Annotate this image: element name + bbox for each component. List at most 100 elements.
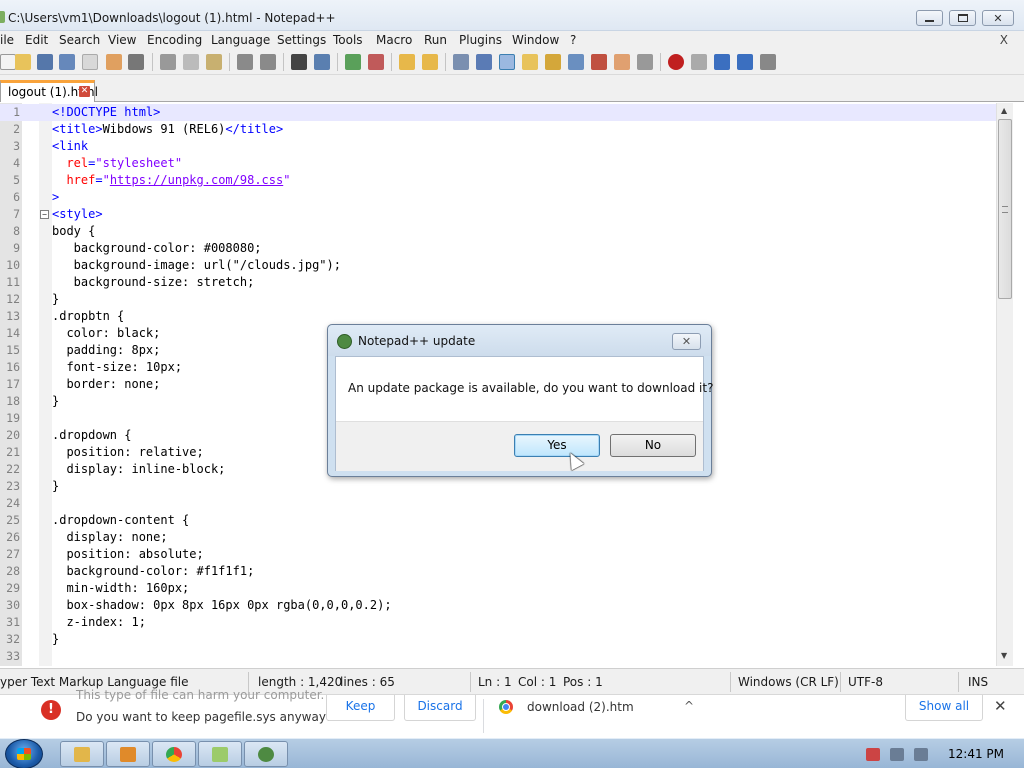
download-shelf-close-icon[interactable]: ✕ <box>994 697 1007 715</box>
code-line[interactable]: 28 background-color: #f1f1f1; <box>0 563 996 580</box>
undo-icon[interactable] <box>237 54 253 70</box>
code-line[interactable]: 29 min-width: 160px; <box>0 580 996 597</box>
volume-icon[interactable] <box>914 748 928 761</box>
tab-logout-html[interactable]: logout (1).html ✕ <box>0 80 98 102</box>
tab-close-icon[interactable]: ✕ <box>79 86 90 97</box>
monitoring-icon[interactable] <box>614 54 630 70</box>
find-icon[interactable] <box>291 54 307 70</box>
show-all-button[interactable]: Show all <box>905 695 983 721</box>
action-center-icon[interactable] <box>866 748 880 761</box>
menu-plugins[interactable]: Plugins <box>459 33 502 47</box>
code-line[interactable]: 26 display: none; <box>0 529 996 546</box>
doc-map-icon[interactable] <box>545 54 561 70</box>
code-line[interactable]: 23} <box>0 478 996 495</box>
cut-icon[interactable] <box>160 54 176 70</box>
user-language-icon[interactable] <box>522 54 538 70</box>
keep-button[interactable]: Keep <box>326 695 395 721</box>
code-token[interactable]: https://unpkg.com/98.css <box>110 173 283 187</box>
code-line[interactable]: 24 <box>0 495 996 512</box>
code-line[interactable]: 12} <box>0 291 996 308</box>
menu-search[interactable]: Search <box>59 33 100 47</box>
menu-edit[interactable]: Edit <box>25 33 48 47</box>
code-line[interactable]: 30 box-shadow: 0px 8px 16px 0px rgba(0,0… <box>0 597 996 614</box>
code-line[interactable]: 1 <!DOCTYPE html> <box>0 104 996 121</box>
yes-button[interactable]: Yes <box>514 434 600 457</box>
save-icon[interactable] <box>37 54 53 70</box>
save-all-icon[interactable] <box>59 54 75 70</box>
code-line[interactable]: 10 background-image: url("/clouds.jpg"); <box>0 257 996 274</box>
menu-run[interactable]: Run <box>424 33 447 47</box>
scrollbar-thumb[interactable] <box>998 119 1012 299</box>
folder-workspace-icon[interactable] <box>591 54 607 70</box>
code-line[interactable]: 7 − <style> <box>0 206 996 223</box>
scroll-up-icon[interactable]: ▲ <box>1001 106 1007 115</box>
vertical-scrollbar[interactable]: ▲ ▼ <box>996 103 1013 666</box>
paste-icon[interactable] <box>206 54 222 70</box>
discard-button[interactable]: Discard <box>404 695 476 721</box>
close-file-icon[interactable] <box>82 54 98 70</box>
fold-toggle-icon[interactable]: − <box>40 210 49 219</box>
network-icon[interactable] <box>890 748 904 761</box>
word-wrap-icon[interactable] <box>453 54 469 70</box>
code-line[interactable]: 3 <link <box>0 138 996 155</box>
taskbar-explorer[interactable] <box>60 741 104 767</box>
redo-icon[interactable] <box>260 54 276 70</box>
sync-horizontal-icon[interactable] <box>422 54 438 70</box>
taskbar-notepad[interactable] <box>198 741 242 767</box>
code-line[interactable]: 33 <box>0 648 996 665</box>
code-line[interactable]: 25 .dropdown-content { <box>0 512 996 529</box>
code-line[interactable]: 11 background-size: stretch; <box>0 274 996 291</box>
chevron-up-icon[interactable]: ^ <box>684 699 694 713</box>
sync-vertical-icon[interactable] <box>399 54 415 70</box>
run-macro-multiple-icon[interactable] <box>737 54 753 70</box>
taskbar-chrome[interactable] <box>152 741 196 767</box>
clock[interactable]: 12:41 PM <box>948 747 1004 761</box>
maximize-button[interactable] <box>949 10 976 26</box>
show-all-characters-icon[interactable] <box>476 54 492 70</box>
replace-icon[interactable] <box>314 54 330 70</box>
menu-tools[interactable]: Tools <box>333 33 363 47</box>
stop-macro-icon[interactable] <box>691 54 707 70</box>
close-all-icon[interactable] <box>106 54 122 70</box>
menu-encoding[interactable]: Encoding <box>147 33 202 47</box>
code-line[interactable]: 32} <box>0 631 996 648</box>
zoom-out-icon[interactable] <box>368 54 384 70</box>
taskbar-media-player[interactable] <box>106 741 150 767</box>
function-list-icon[interactable] <box>568 54 584 70</box>
indent-guide-icon[interactable] <box>499 54 515 70</box>
record-macro-icon[interactable] <box>668 54 684 70</box>
code-line[interactable]: 13 .dropbtn { <box>0 308 996 325</box>
window-close-button[interactable]: ✕ <box>982 10 1014 26</box>
minimize-button[interactable] <box>916 10 943 26</box>
code-line[interactable]: 5 href="https://unpkg.com/98.css" <box>0 172 996 189</box>
document-close-button[interactable]: X <box>1000 33 1008 47</box>
download-filename[interactable]: download (2).htm <box>527 700 634 714</box>
code-line[interactable]: 9 background-color: #008080; <box>0 240 996 257</box>
eye-icon[interactable] <box>637 54 653 70</box>
menu-settings[interactable]: Settings <box>277 33 326 47</box>
start-button[interactable] <box>5 739 43 768</box>
code-line[interactable]: 27 position: absolute; <box>0 546 996 563</box>
zoom-in-icon[interactable] <box>345 54 361 70</box>
taskbar-notepad-plus-plus[interactable] <box>244 741 288 767</box>
new-file-icon[interactable] <box>0 54 16 70</box>
menu-file[interactable]: ile <box>0 33 14 47</box>
menu-view[interactable]: View <box>108 33 136 47</box>
open-file-icon[interactable] <box>15 54 31 70</box>
code-line[interactable]: 4 rel="stylesheet" <box>0 155 996 172</box>
menu-language[interactable]: Language <box>211 33 270 47</box>
dialog-close-button[interactable]: ✕ <box>672 333 701 350</box>
no-button[interactable]: No <box>610 434 696 457</box>
save-macro-icon[interactable] <box>760 54 776 70</box>
menu-macro[interactable]: Macro <box>376 33 412 47</box>
code-line[interactable]: 2 <title>Wibdows 91 (REL6)</title> <box>0 121 996 138</box>
print-icon[interactable] <box>128 54 144 70</box>
menu-window[interactable]: Window <box>512 33 559 47</box>
code-line[interactable]: 6 > <box>0 189 996 206</box>
scroll-down-icon[interactable]: ▼ <box>1001 651 1007 660</box>
play-macro-icon[interactable] <box>714 54 730 70</box>
code-line[interactable]: 31 z-index: 1; <box>0 614 996 631</box>
copy-icon[interactable] <box>183 54 199 70</box>
code-line[interactable]: 8 body { <box>0 223 996 240</box>
menu-help[interactable]: ? <box>570 33 576 47</box>
